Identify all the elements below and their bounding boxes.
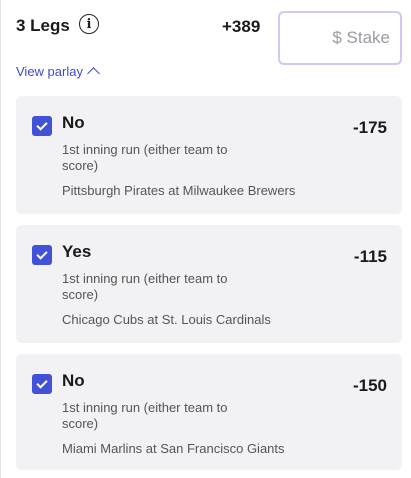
leg-matchup: Miami Marlins at San Francisco Giants — [62, 441, 285, 456]
leg-odds: -115 — [353, 247, 387, 266]
checkmark-icon — [36, 247, 48, 260]
leg-checkbox[interactable] — [32, 245, 52, 265]
leg-checkbox[interactable] — [32, 116, 52, 136]
leg-market: 1st inning run (either team to score) — [62, 400, 228, 431]
legs-count-title: 3 Legs — [16, 16, 70, 35]
info-icon[interactable]: i — [79, 14, 99, 34]
stake-input[interactable] — [278, 11, 402, 65]
checkmark-icon — [36, 376, 48, 389]
checkmark-icon — [36, 118, 48, 131]
parlay-leg-card: Yes -115 1st inning run (either team to … — [16, 225, 402, 343]
leg-selection: No — [62, 113, 85, 132]
view-parlay-label: View parlay — [16, 64, 83, 79]
parlay-betslip: 3 Legs i +389 View parlay No -175 1st in… — [0, 0, 411, 478]
view-parlay-toggle[interactable]: View parlay — [16, 64, 100, 80]
parlay-header: 3 Legs i +389 View parlay — [1, 0, 411, 90]
leg-market: 1st inning run (either team to score) — [62, 271, 228, 302]
leg-odds: -175 — [352, 118, 387, 137]
leg-matchup: Pittsburgh Pirates at Milwaukee Brewers — [62, 183, 296, 198]
leg-market: 1st inning run (either team to score) — [62, 142, 228, 173]
parlay-odds: +389 — [222, 17, 261, 36]
parlay-leg-card: No -150 1st inning run (either team to s… — [16, 354, 402, 470]
leg-matchup: Chicago Cubs at St. Louis Cardinals — [62, 312, 271, 327]
leg-checkbox[interactable] — [32, 374, 52, 394]
leg-odds: -150 — [352, 376, 387, 395]
leg-selection: Yes — [62, 242, 92, 261]
chevron-up-icon — [87, 67, 100, 80]
leg-selection: No — [62, 371, 85, 390]
parlay-leg-card: No -175 1st inning run (either team to s… — [16, 96, 402, 214]
